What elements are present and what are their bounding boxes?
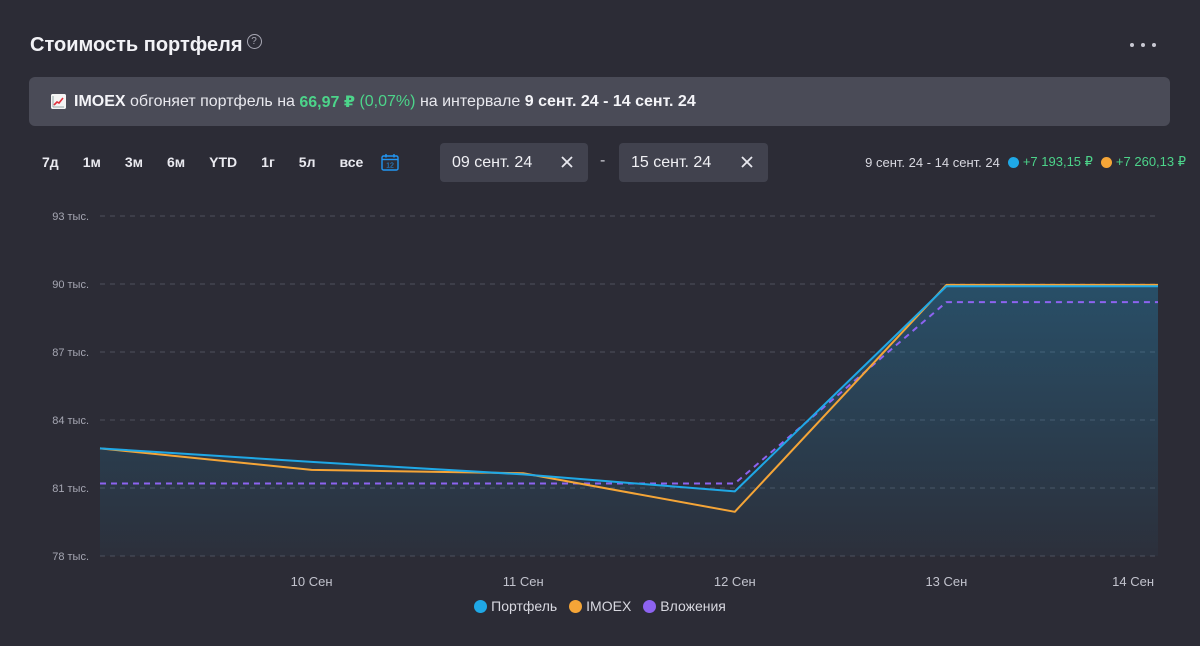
x-tick-label: 10 Сен bbox=[291, 574, 333, 589]
chart-legend: Портфель IMOEX Вложения bbox=[0, 598, 1200, 614]
y-tick-label: 87 тыс. bbox=[52, 347, 89, 359]
y-tick-label: 90 тыс. bbox=[52, 279, 89, 291]
portfolio-dot-icon bbox=[474, 599, 488, 613]
y-tick-label: 84 тыс. bbox=[52, 415, 89, 427]
x-tick-label: 14 Сен bbox=[1112, 574, 1154, 589]
x-tick-label: 13 Сен bbox=[925, 574, 967, 589]
y-tick-label: 81 тыс. bbox=[52, 483, 89, 495]
y-tick-label: 93 тыс. bbox=[52, 211, 89, 223]
x-tick-label: 11 Сен bbox=[503, 574, 544, 589]
legend-label-imoex: IMOEX bbox=[586, 598, 632, 614]
imoex-dot-icon bbox=[569, 599, 583, 613]
legend-label-investments: Вложения bbox=[660, 598, 726, 614]
area-portfolio bbox=[100, 286, 1158, 556]
legend-item-portfolio[interactable]: Портфель bbox=[474, 598, 557, 614]
y-tick-label: 78 тыс. bbox=[52, 551, 89, 563]
investments-dot-icon bbox=[643, 599, 657, 613]
legend-label-portfolio: Портфель bbox=[491, 598, 558, 614]
portfolio-chart[interactable]: 78 тыс. 81 тыс. 84 тыс. 87 тыс. 90 тыс. 93 ты… bbox=[0, 0, 1200, 646]
x-tick-label: 12 Сен bbox=[714, 574, 756, 589]
legend-item-imoex[interactable]: IMOEX bbox=[569, 598, 631, 614]
legend-item-investments[interactable]: Вложения bbox=[643, 598, 726, 614]
